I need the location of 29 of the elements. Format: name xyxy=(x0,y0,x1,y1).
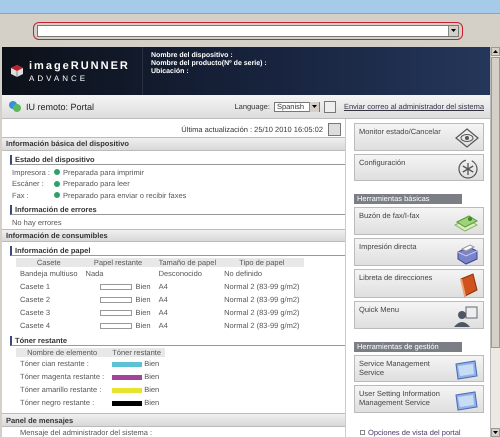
paper-level-bar xyxy=(100,284,132,290)
portal-title: IU remoto: Portal xyxy=(26,102,96,112)
portal-icon xyxy=(8,100,22,113)
scroll-down-icon xyxy=(493,431,498,434)
status-dot-icon xyxy=(54,192,60,198)
apply-button[interactable] xyxy=(324,100,336,112)
monitor-icon xyxy=(453,390,479,412)
monitor-icon xyxy=(453,358,479,381)
person-icon xyxy=(453,305,479,328)
eye-icon xyxy=(455,128,479,148)
status-dot-icon xyxy=(54,169,60,176)
printer-icon xyxy=(455,242,479,265)
dropdown-arrow-icon xyxy=(451,29,456,32)
paper-level-bar xyxy=(100,297,132,304)
book-icon xyxy=(457,272,479,297)
asterisk-icon xyxy=(457,158,479,180)
paper-level-bar xyxy=(100,323,132,330)
logo-text: imageRUNNER xyxy=(29,60,130,72)
paper-level-bar xyxy=(100,310,132,316)
scrollbar[interactable] xyxy=(490,47,500,437)
scroll-up-icon xyxy=(493,50,498,53)
dropdown-arrow-icon xyxy=(312,105,317,108)
logo-subtext: ADVANCE xyxy=(29,74,90,82)
cube-logo-icon xyxy=(10,64,24,78)
status-dot-icon xyxy=(54,180,60,187)
bullet-icon xyxy=(360,430,365,436)
address-dropdown[interactable] xyxy=(37,24,459,36)
envelope-stack-icon xyxy=(453,212,479,233)
refresh-button[interactable] xyxy=(328,122,341,136)
